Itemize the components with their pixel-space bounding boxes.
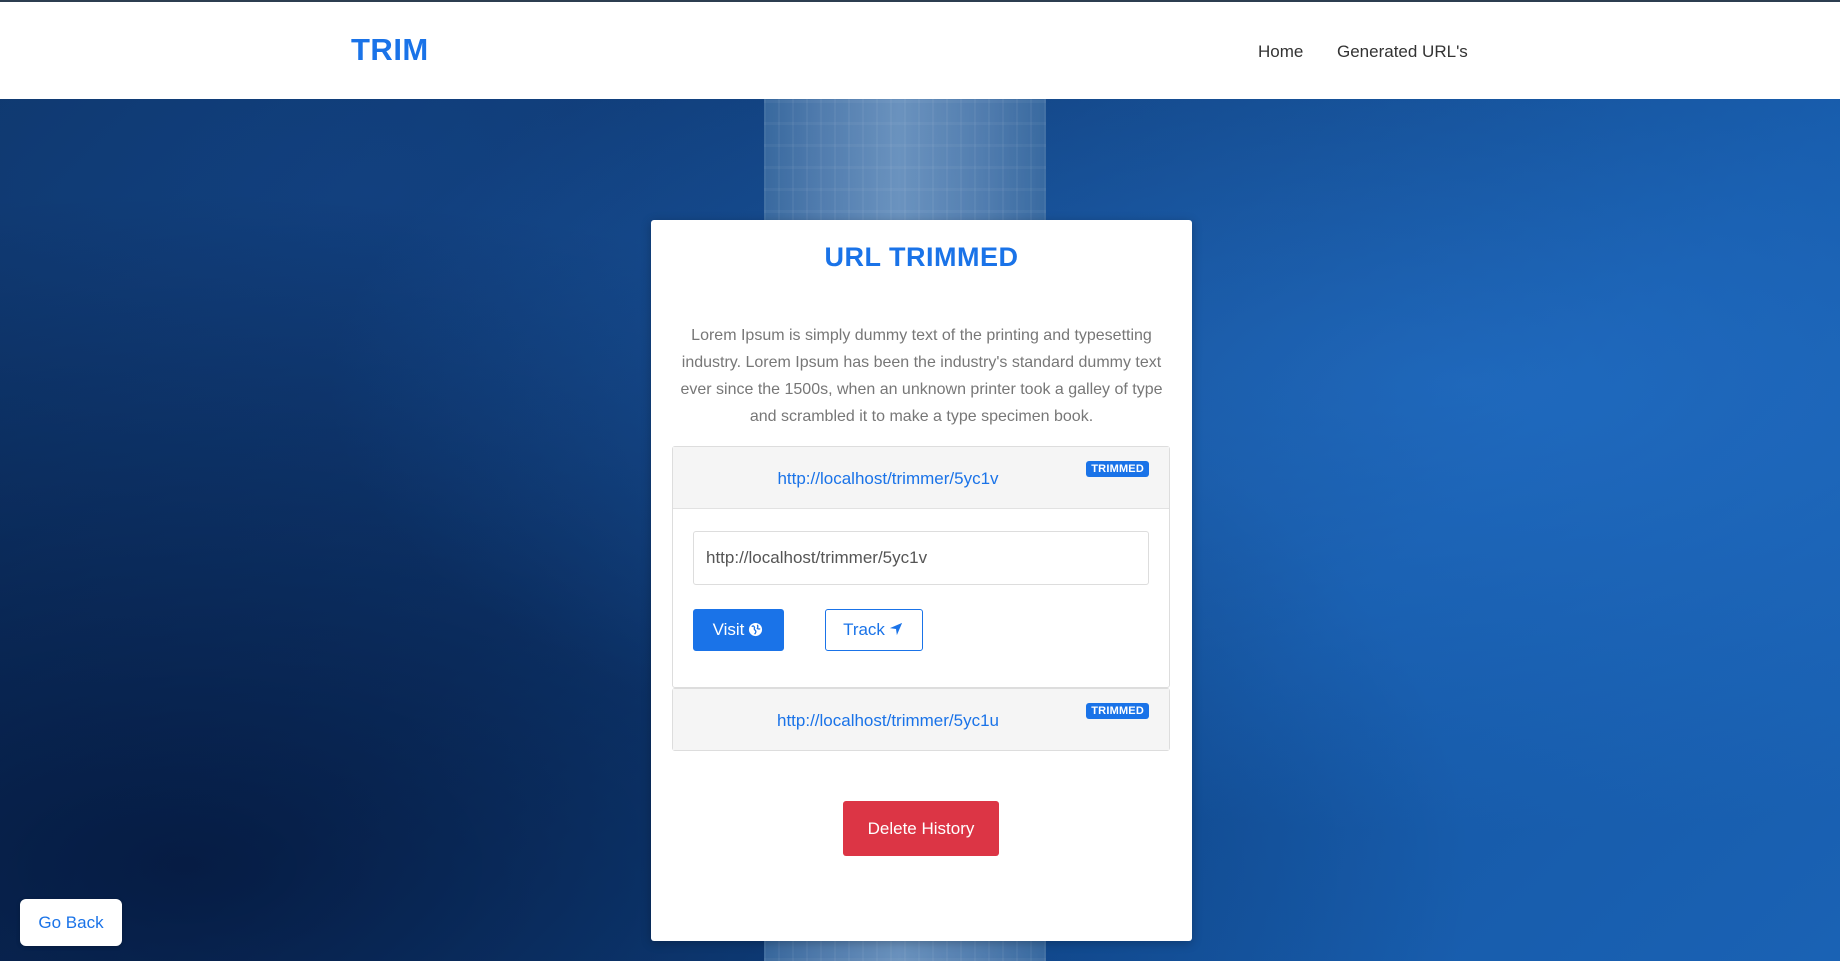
entry-header[interactable]: http://localhost/trimmer/5yc1u TRIMMED [673,689,1169,750]
trimmed-badge: TRIMMED [1086,703,1149,719]
location-arrow-icon [889,622,905,638]
nav-home-link[interactable]: Home [1258,42,1303,62]
entry-header[interactable]: http://localhost/trimmer/5yc1v TRIMMED [673,447,1169,509]
card-description: Lorem Ipsum is simply dummy text of the … [680,327,1163,425]
globe-icon [748,622,764,638]
brand-logo[interactable]: TRIM [351,32,429,68]
track-button[interactable]: Track [825,609,923,651]
trimmed-badge: TRIMMED [1086,461,1149,477]
trimmed-url-link[interactable]: http://localhost/trimmer/5yc1u [673,711,1103,731]
trimmed-url-entry: http://localhost/trimmer/5yc1u TRIMMED [672,688,1170,751]
trimmed-url-link[interactable]: http://localhost/trimmer/5yc1v [673,469,1103,489]
nav-generated-urls-link[interactable]: Generated URL's [1337,42,1468,62]
track-button-label: Track [843,620,885,639]
navbar: TRIM Home Generated URL's [0,0,1840,99]
visit-button[interactable]: Visit [693,609,784,651]
go-back-button[interactable]: Go Back [20,899,122,946]
url-trimmed-card: URL TRIMMED Lorem Ipsum is simply dummy … [651,220,1192,941]
delete-history-button[interactable]: Delete History [843,801,999,856]
card-title: URL TRIMMED [824,242,1019,272]
visit-button-label: Visit [712,620,745,639]
trimmed-url-entry: http://localhost/trimmer/5yc1v TRIMMED V… [672,446,1170,688]
trimmed-url-input[interactable] [693,531,1149,585]
